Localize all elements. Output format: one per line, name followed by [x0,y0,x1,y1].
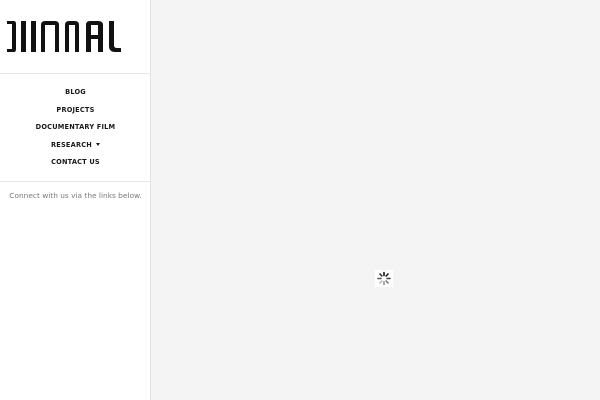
main-content [151,0,600,400]
divider [0,73,151,74]
nav-item-contact-us[interactable]: CONTACT US [0,154,151,172]
nav-item-label: BLOG [65,88,86,96]
nav-item-label: DOCUMENTARY FILM [35,123,116,131]
nav-item-label: PROJECTS [56,105,95,114]
spinner-icon [377,271,391,286]
site-logo[interactable] [0,0,151,73]
logo-icon [7,21,121,52]
nav-item-blog[interactable]: BLOG [0,84,151,102]
nav-item-projects[interactable]: PROJECTS [0,102,151,120]
caret-down-icon [95,142,100,146]
sidebar: BLOG PROJECTS DOCUMENTARY FILM RESEARCH … [0,0,151,400]
main-nav: BLOG PROJECTS DOCUMENTARY FILM RESEARCH … [0,84,151,172]
divider [0,181,151,182]
nav-item-research[interactable]: RESEARCH [0,137,151,155]
nav-item-label: CONTACT US [51,158,100,166]
connect-text: Connect with us via the links below. [9,191,142,200]
nav-item-label: RESEARCH [51,140,92,149]
nav-item-documentary-film[interactable]: DOCUMENTARY FILM [0,119,151,137]
loading-indicator [375,270,393,287]
